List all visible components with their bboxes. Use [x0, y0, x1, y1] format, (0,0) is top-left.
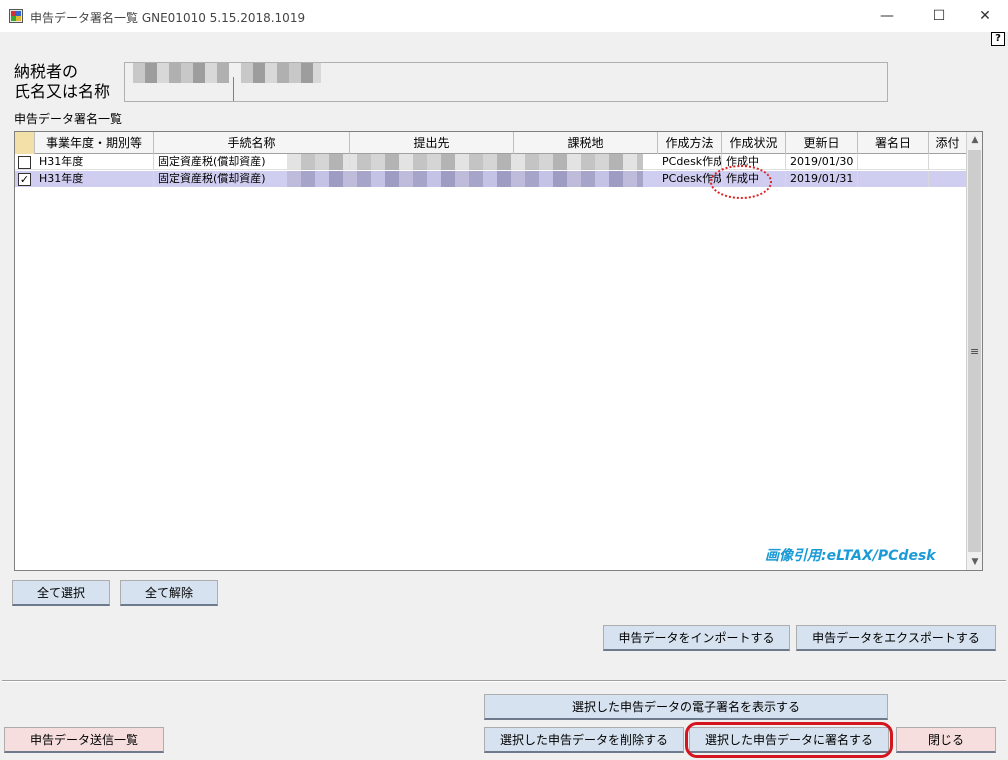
app-icon	[9, 9, 23, 23]
cell-fiscal-year: H31年度	[35, 154, 154, 170]
window-title: 申告データ署名一覧 GNE01010 5.15.2018.1019	[30, 11, 306, 25]
header-method[interactable]: 作成方法	[658, 132, 722, 154]
cell-redacted	[287, 154, 643, 170]
cell-redacted	[287, 171, 643, 187]
maximize-button[interactable]: ☐	[916, 0, 962, 32]
header-tax-location[interactable]: 課税地	[514, 132, 658, 154]
scroll-thumb[interactable]: ≡	[968, 150, 981, 552]
send-list-button[interactable]: 申告データ送信一覧	[4, 727, 164, 753]
delete-button[interactable]: 選択した申告データを削除する	[484, 727, 684, 753]
watermark: 画像引用:eLTAX/PCdesk	[765, 548, 936, 564]
deselect-all-button[interactable]: 全て解除	[120, 580, 218, 606]
status-highlight	[710, 165, 772, 199]
header-attachment[interactable]: 添付	[929, 132, 967, 154]
list-caption: 申告データ署名一覧	[14, 112, 123, 126]
export-button[interactable]: 申告データをエクスポートする	[796, 625, 996, 651]
cell-attachment	[929, 154, 967, 170]
scroll-up-arrow-icon[interactable]: ▲	[967, 132, 983, 148]
row-checkbox[interactable]: ✓	[18, 173, 31, 186]
separator	[2, 680, 1006, 682]
row-checkbox[interactable]	[18, 156, 31, 169]
cell-signed	[858, 154, 929, 170]
cell-fiscal-year: H31年度	[35, 171, 154, 187]
header-check-column[interactable]	[15, 132, 35, 154]
taxpayer-name-redacted	[241, 63, 321, 83]
minimize-button[interactable]: —	[864, 0, 910, 32]
scroll-down-arrow-icon[interactable]: ▼	[967, 554, 983, 570]
header-fiscal-year[interactable]: 事業年度・期別等	[35, 132, 154, 154]
taxpayer-label: 納税者の 氏名又は名称	[14, 62, 124, 102]
show-signature-button[interactable]: 選択した申告データの電子署名を表示する	[484, 694, 888, 720]
close-window-button[interactable]: ✕	[962, 0, 1008, 32]
cell-attachment	[929, 171, 967, 187]
cell-signed	[858, 171, 929, 187]
select-all-button[interactable]: 全て選択	[12, 580, 110, 606]
header-destination[interactable]: 提出先	[350, 132, 514, 154]
grid-header: 事業年度・期別等 手続名称 提出先 課税地 作成方法 作成状況 更新日 署名日 …	[15, 132, 967, 154]
cell-updated: 2019/01/30	[786, 154, 858, 170]
vertical-scrollbar[interactable]: ▲ ≡ ▼	[966, 132, 982, 570]
taxpayer-label-line1: 納税者の	[14, 62, 79, 81]
close-button[interactable]: 閉じる	[896, 727, 996, 753]
sign-button-highlight	[685, 722, 893, 758]
declaration-grid[interactable]: 事業年度・期別等 手続名称 提出先 課税地 作成方法 作成状況 更新日 署名日 …	[14, 131, 983, 571]
name-divider	[233, 77, 234, 101]
title-bar: 申告データ署名一覧 GNE01010 5.15.2018.1019 — ☐ ✕	[0, 0, 1008, 32]
cell-updated: 2019/01/31	[786, 171, 858, 187]
taxpayer-label-line2: 氏名又は名称	[14, 82, 111, 101]
cell-method: PCdesk作成	[658, 154, 722, 170]
header-status[interactable]: 作成状況	[722, 132, 786, 154]
header-updated[interactable]: 更新日	[786, 132, 858, 154]
header-procedure[interactable]: 手続名称	[154, 132, 350, 154]
taxpayer-name-redacted	[133, 63, 229, 83]
table-row[interactable]: H31年度 固定資産税(償却資産) PCdesk作成 作成中 2019/01/3…	[15, 154, 967, 170]
header-signed[interactable]: 署名日	[858, 132, 929, 154]
taxpayer-name-field	[124, 62, 888, 102]
help-icon[interactable]: ?	[991, 32, 1005, 46]
table-row[interactable]: ✓ H31年度 固定資産税(償却資産) PCdesk作成 作成中 2019/01…	[15, 171, 967, 187]
import-button[interactable]: 申告データをインポートする	[603, 625, 790, 651]
scroll-grip-icon: ≡	[970, 345, 980, 358]
